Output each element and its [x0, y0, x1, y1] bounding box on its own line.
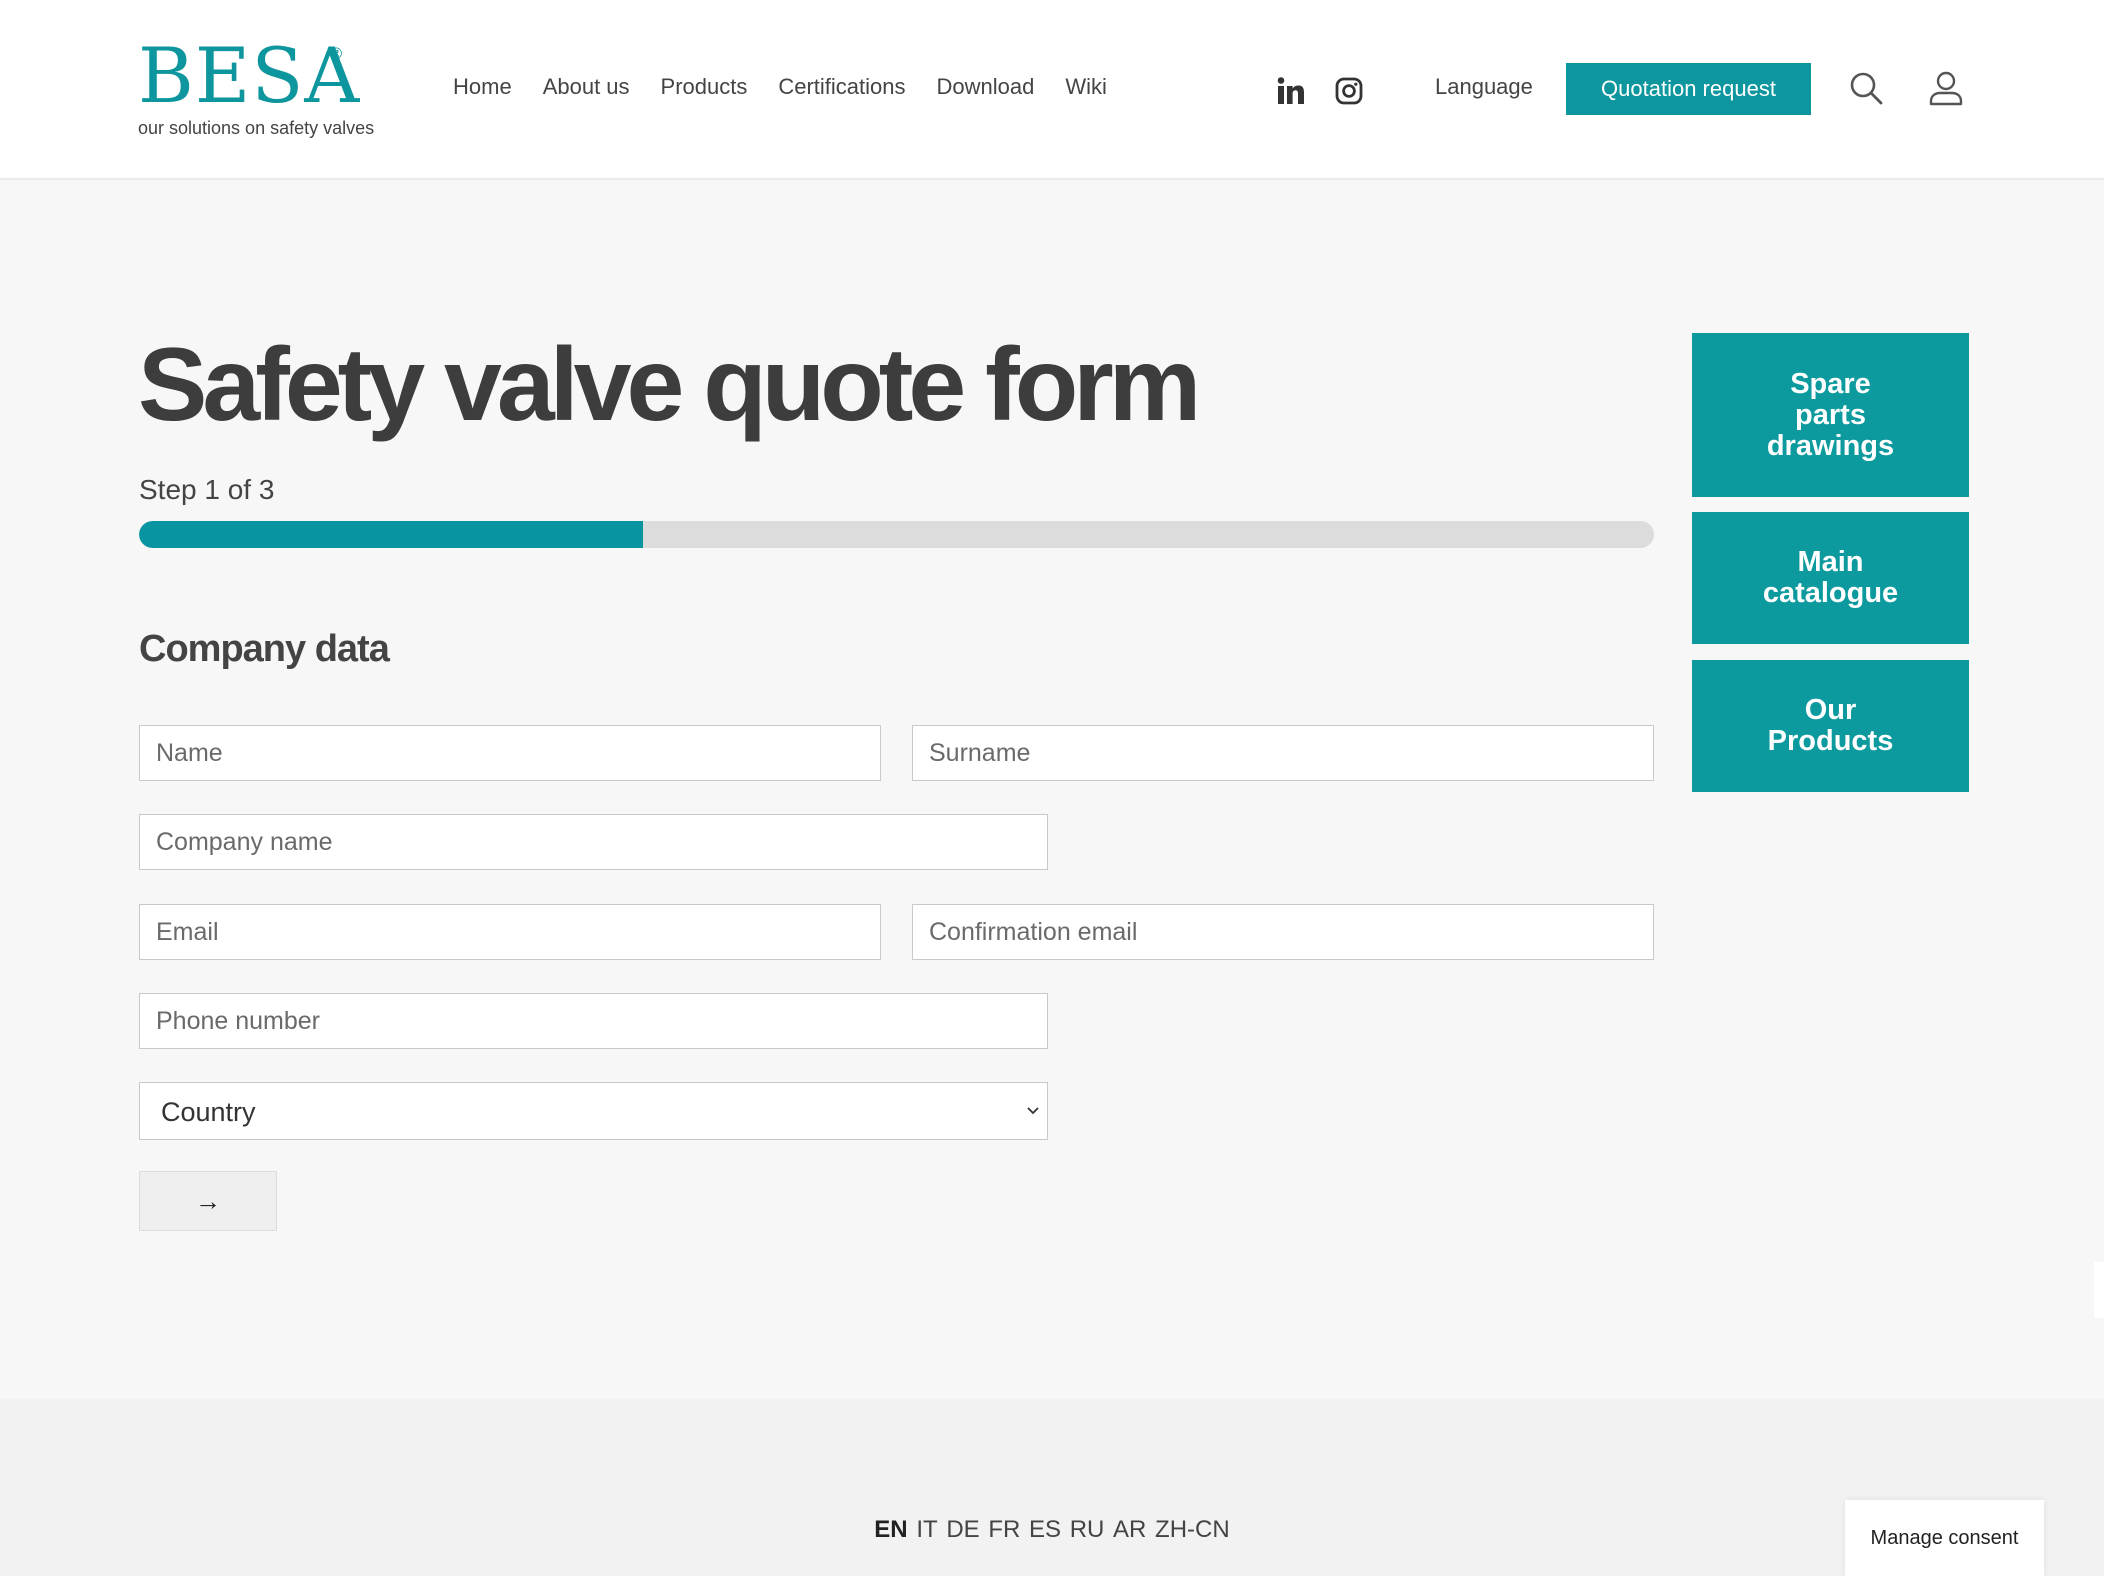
manage-consent-button[interactable]: Manage consent: [1845, 1500, 2044, 1576]
social-links: [1276, 76, 1364, 106]
language-menu[interactable]: Language: [1435, 74, 1533, 100]
nav-item-download[interactable]: Download: [937, 74, 1035, 100]
linkedin-icon[interactable]: [1276, 76, 1306, 106]
country-select[interactable]: Country: [139, 1082, 1048, 1140]
nav-item-wiki[interactable]: Wiki: [1065, 74, 1107, 100]
footer-lang-es[interactable]: ES: [1029, 1516, 1061, 1543]
search-icon[interactable]: [1849, 71, 1883, 105]
brand-tagline: our solutions on safety valves: [138, 118, 375, 138]
nav-item-products[interactable]: Products: [661, 74, 748, 100]
footer-lang-de[interactable]: DE: [946, 1516, 979, 1543]
main-nav: Home About us Products Certifications Do…: [453, 74, 1138, 100]
footer-lang-it[interactable]: IT: [916, 1516, 937, 1543]
site-header: BESA ® our solutions on safety valves Ho…: [0, 0, 2104, 180]
name-input[interactable]: [139, 725, 881, 781]
page-title: Safety valve quote form: [138, 327, 1201, 443]
footer-language-switcher: EN IT DE FR ES RU AR ZH-CN: [0, 1516, 2104, 1544]
footer-lang-en[interactable]: EN: [874, 1516, 907, 1543]
confirmation-email-input[interactable]: [912, 904, 1654, 960]
instagram-icon[interactable]: [1334, 76, 1364, 106]
email-input[interactable]: [139, 904, 881, 960]
our-products-tile[interactable]: Our Products: [1692, 660, 1969, 792]
quotation-request-button[interactable]: Quotation request: [1566, 63, 1811, 115]
footer-lang-fr[interactable]: FR: [988, 1516, 1020, 1543]
main-catalogue-tile[interactable]: Main catalogue: [1692, 512, 1969, 644]
user-account-icon[interactable]: [1929, 70, 1963, 106]
footer-lang-zh-cn[interactable]: ZH-CN: [1155, 1516, 1230, 1543]
phone-number-input[interactable]: [139, 993, 1048, 1049]
next-step-button[interactable]: →: [139, 1171, 277, 1231]
surname-input[interactable]: [912, 725, 1654, 781]
section-title-company-data: Company data: [139, 628, 390, 670]
nav-item-about-us[interactable]: About us: [543, 74, 630, 100]
company-name-input[interactable]: [139, 814, 1048, 870]
footer-lang-ru[interactable]: RU: [1070, 1516, 1105, 1543]
spare-parts-drawings-tile[interactable]: Spare parts drawings: [1692, 333, 1969, 497]
country-select-value: Country: [161, 1097, 256, 1127]
nav-item-home[interactable]: Home: [453, 74, 512, 100]
chevron-down-icon: [1027, 1107, 1039, 1115]
progress-fill: [139, 521, 644, 548]
registered-mark: ®: [328, 44, 344, 63]
side-edge-tab[interactable]: [2094, 1262, 2104, 1318]
footer-lang-ar[interactable]: AR: [1113, 1516, 1146, 1543]
progress-bar: [139, 521, 1654, 548]
nav-item-certifications[interactable]: Certifications: [778, 74, 905, 100]
site-footer: [0, 1399, 2104, 1576]
brand-logo[interactable]: BESA ® our solutions on safety valves: [138, 38, 374, 139]
step-indicator: Step 1 of 3: [139, 474, 275, 505]
